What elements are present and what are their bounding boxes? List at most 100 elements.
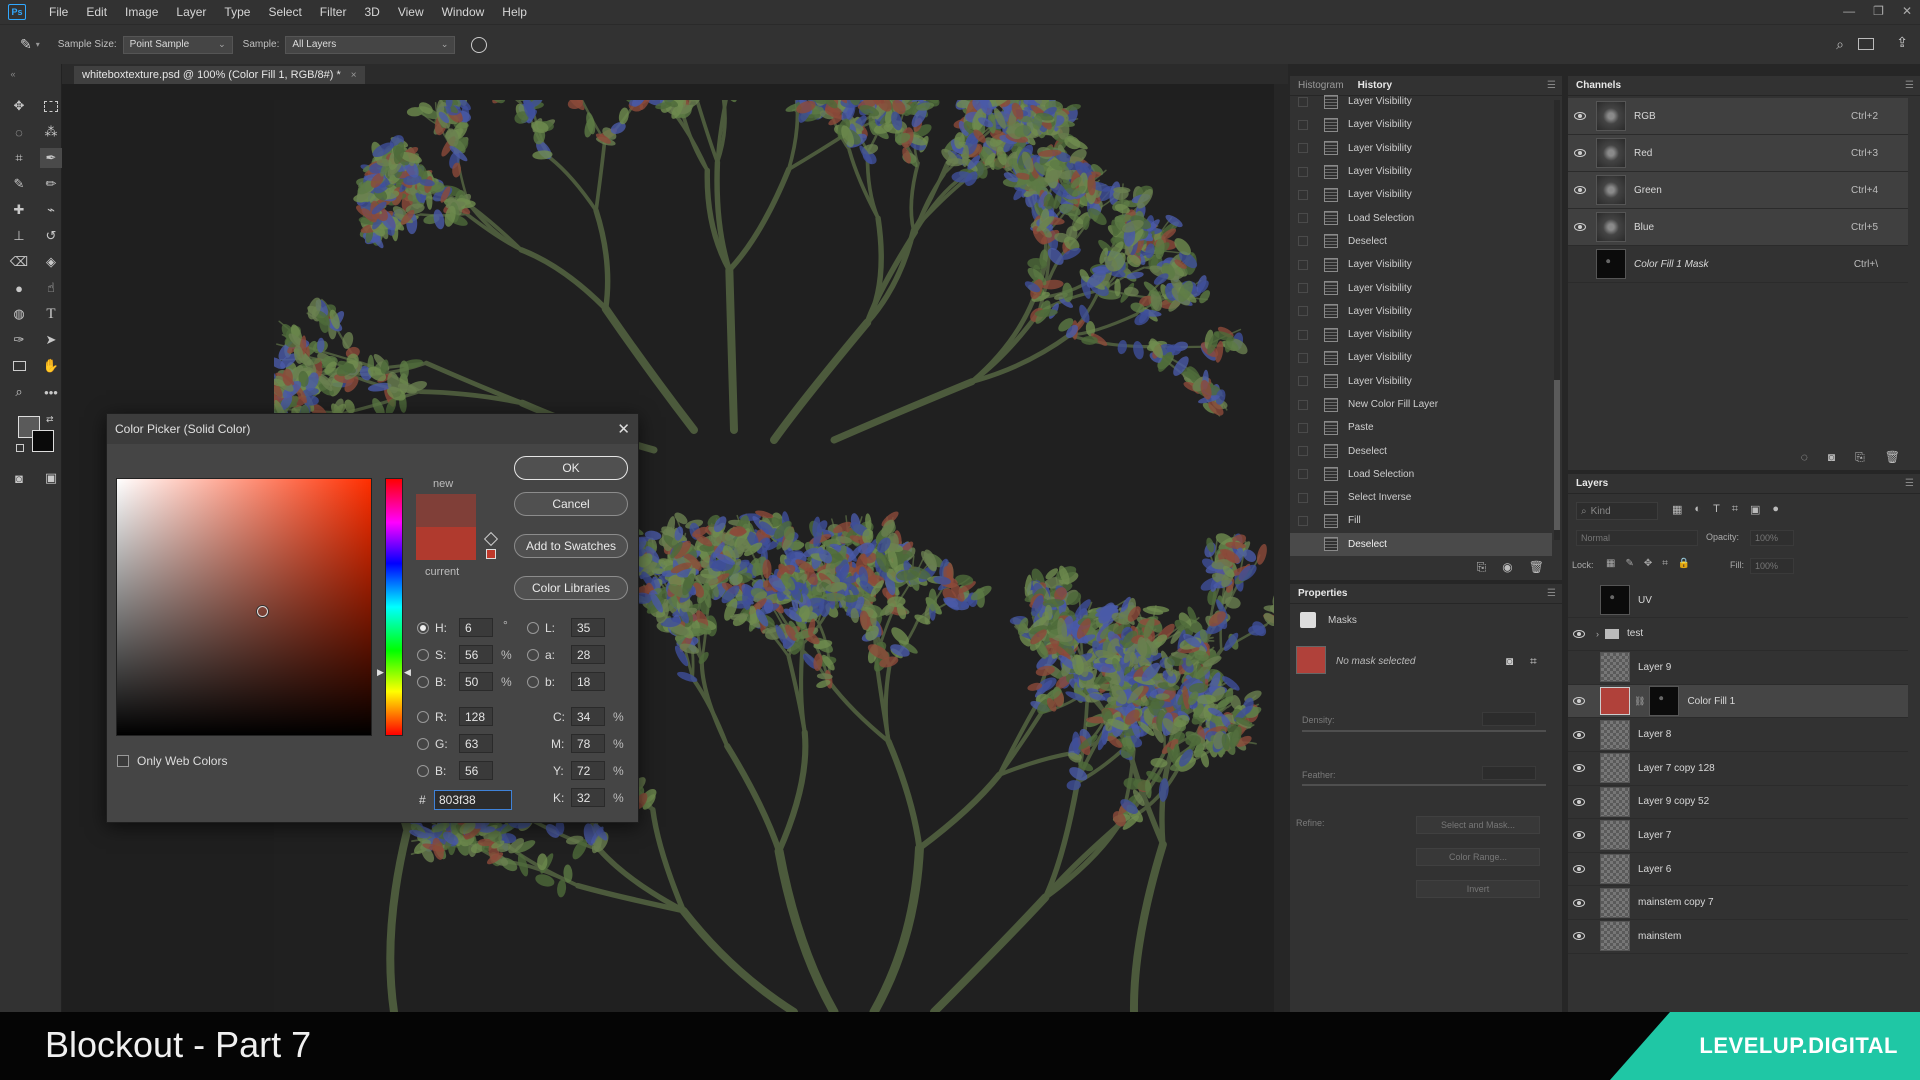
branch-stroke xyxy=(969,332,1072,384)
options-bar: ✎ ▾ Sample Size: Point Sample ⌄ Sample: A… xyxy=(0,24,1920,64)
healing-tool-icon[interactable]: ✚ xyxy=(8,200,30,220)
marquee-tool-icon[interactable] xyxy=(40,96,62,116)
branch-stroke xyxy=(930,893,1050,1012)
branch-stroke xyxy=(594,138,607,213)
brush-tool-icon[interactable]: ✎ xyxy=(8,174,30,194)
magic-wand-tool-icon[interactable]: ⁂ xyxy=(40,122,62,142)
leaf-shape xyxy=(1133,341,1144,360)
branch-stroke xyxy=(601,304,698,434)
leaf-shape xyxy=(951,171,973,183)
default-colors-icon[interactable] xyxy=(16,444,24,452)
history-brush-icon[interactable]: ↺ xyxy=(40,226,62,246)
menu-window[interactable]: Window xyxy=(433,5,494,19)
menu-help[interactable]: Help xyxy=(493,5,536,19)
search-icon[interactable]: ⌕ xyxy=(1836,36,1844,53)
branch-stroke xyxy=(770,318,872,444)
branch-stroke xyxy=(725,266,738,434)
minimize-icon[interactable]: — xyxy=(1843,4,1855,18)
leaf-shape xyxy=(1081,336,1098,345)
path-selection-tool-icon[interactable]: ➤ xyxy=(40,330,62,350)
branch-stroke xyxy=(885,738,923,852)
menu-file[interactable]: File xyxy=(40,5,77,19)
close-window-icon[interactable]: ✕ xyxy=(1902,4,1912,18)
pencil-tool-icon[interactable]: ✏ xyxy=(40,174,62,194)
branch-stroke xyxy=(909,161,920,232)
rectangle-tool-icon[interactable] xyxy=(8,356,30,376)
branch-stroke xyxy=(386,828,411,1012)
branch-stroke xyxy=(1129,840,1167,1012)
branch-stroke xyxy=(774,846,839,1012)
collapse-toolbar-icon[interactable]: « xyxy=(2,64,24,84)
swap-colors-icon[interactable]: ⇄ xyxy=(46,414,54,425)
chevron-down-icon: ⌄ xyxy=(218,39,226,49)
sample-select[interactable]: All Layers ⌄ xyxy=(285,35,456,54)
branch-stroke xyxy=(469,204,524,252)
branch-stroke xyxy=(869,843,924,1012)
menu-edit[interactable]: Edit xyxy=(77,5,116,19)
branch-stroke xyxy=(775,729,809,855)
workspace-icon[interactable] xyxy=(1858,38,1874,50)
leaf-shape xyxy=(1117,340,1128,355)
quick-mask-icon[interactable]: ◙ xyxy=(8,468,30,488)
document-title: whiteboxtexture.psd @ 100% (Color Fill 1… xyxy=(82,69,341,81)
branch-stroke xyxy=(575,882,687,914)
more-tools-icon[interactable]: ••• xyxy=(40,382,62,402)
menu-image[interactable]: Image xyxy=(116,5,167,19)
paint-bucket-tool-icon[interactable]: ◈ xyxy=(40,252,62,272)
mixer-brush-icon[interactable]: ⌁ xyxy=(40,200,62,220)
document-tabs: whiteboxtexture.psd @ 100% (Color Fill 1… xyxy=(62,64,1288,84)
menu-3d[interactable]: 3D xyxy=(355,5,388,19)
dodge-tool-icon[interactable]: ◍ xyxy=(8,304,30,324)
leaf-shape xyxy=(557,879,567,898)
sample-size-value: Point Sample xyxy=(129,39,190,50)
move-tool-icon[interactable]: ✥ xyxy=(8,96,30,116)
lasso-tool-icon[interactable]: ◌ xyxy=(8,122,30,142)
branch-stroke xyxy=(830,378,976,444)
branch-stroke xyxy=(518,247,609,312)
menu-type[interactable]: Type xyxy=(215,5,259,19)
clone-stamp-tool-icon[interactable]: ⊥ xyxy=(8,226,30,246)
smudge-tool-icon[interactable]: ☝ xyxy=(40,278,62,298)
branch-stroke xyxy=(548,156,598,213)
branch-stroke xyxy=(726,166,792,273)
menu-select[interactable]: Select xyxy=(259,5,310,19)
share-icon[interactable]: ⇪ xyxy=(1896,34,1908,51)
sampling-ring-icon[interactable] xyxy=(471,36,488,53)
tool-preset-chevron-icon[interactable]: ▾ xyxy=(36,40,40,49)
type-tool-icon[interactable]: T xyxy=(40,304,62,324)
close-tab-icon[interactable]: × xyxy=(351,70,357,81)
crop-tool-icon[interactable]: ⌗ xyxy=(8,148,30,168)
sample-label: Sample: xyxy=(242,39,280,50)
leaf-shape xyxy=(1114,278,1121,297)
background-color-swatch[interactable] xyxy=(32,430,54,452)
hand-tool-icon[interactable]: ✋ xyxy=(40,356,62,376)
menu-layer[interactable]: Layer xyxy=(167,5,215,19)
branch-stroke xyxy=(464,212,524,252)
pen-tool-icon[interactable]: ✑ xyxy=(8,330,30,350)
menu-bar: Ps File Edit Image Layer Type Select Fil… xyxy=(0,0,1920,24)
tools-panel: « ✥ ◌ ⁂ ⌗ ✒ ✎ ✏ ✚ ⌁ ⊥ ↺ ⌫ ◈ ● ☝ ◍ T ✑ ➤ … xyxy=(0,64,62,1012)
eyedropper-tool-icon[interactable]: ✒ xyxy=(40,148,62,168)
document-tab[interactable]: whiteboxtexture.psd @ 100% (Color Fill 1… xyxy=(74,66,365,84)
screen-mode-icon[interactable]: ▣ xyxy=(40,468,62,488)
branch-stroke xyxy=(724,742,783,855)
eyedropper-tool-icon[interactable]: ✎ xyxy=(20,36,32,53)
branch-stroke xyxy=(916,771,1003,852)
blur-tool-icon[interactable]: ● xyxy=(8,278,30,298)
menu-view[interactable]: View xyxy=(389,5,433,19)
photoshop-logo: Ps xyxy=(8,4,26,20)
eraser-tool-icon[interactable]: ⌫ xyxy=(8,252,30,272)
window-controls: — ❐ ✕ xyxy=(1843,0,1912,22)
branch-stroke xyxy=(864,229,919,326)
sample-size-label: Sample Size: xyxy=(57,39,117,50)
menu-filter[interactable]: Filter xyxy=(311,5,356,19)
sample-size-select[interactable]: Point Sample ⌄ xyxy=(122,35,233,54)
branch-stroke xyxy=(690,676,730,749)
restore-icon[interactable]: ❐ xyxy=(1873,4,1884,18)
leaf-shape xyxy=(491,90,506,104)
zoom-tool-icon[interactable]: ⌕ xyxy=(8,382,30,402)
branch-stroke xyxy=(679,906,798,1012)
branch-stroke xyxy=(593,207,611,312)
branch-stroke xyxy=(883,663,892,744)
sample-value: All Layers xyxy=(292,39,337,50)
